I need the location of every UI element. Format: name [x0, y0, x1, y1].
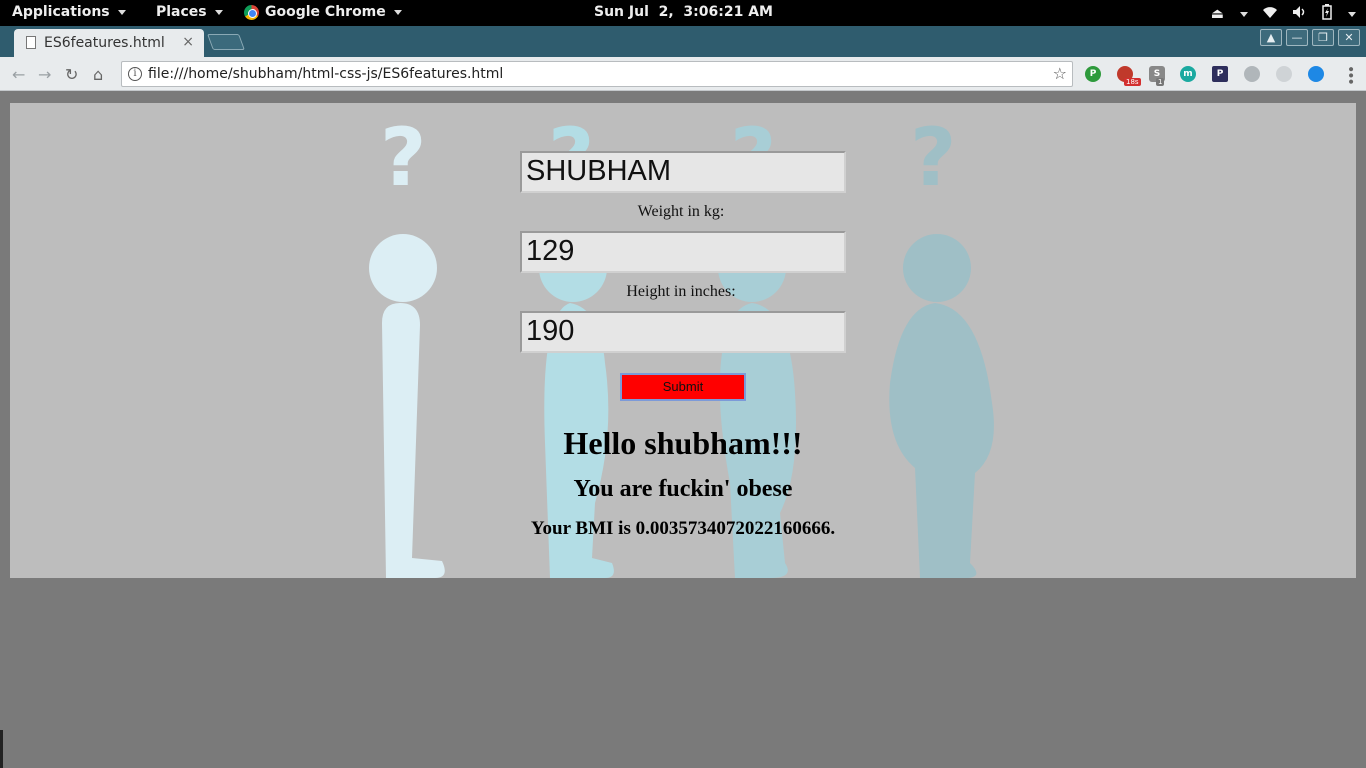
browser-toolbar: ← → ↻ ⌂ i file:///home/shubham/html-css-… [0, 57, 1366, 91]
page-viewport: ? ? ? ? SHUBHAM [0, 92, 1366, 768]
height-label: Height in inches: [626, 283, 736, 300]
bmi-page: ? ? ? ? SHUBHAM [10, 103, 1356, 578]
greeting-heading: Hello shubham!!! [563, 425, 803, 461]
minimize-button[interactable]: — [1286, 29, 1308, 46]
chrome-icon [244, 4, 259, 20]
bmi-form: SHUBHAM Weight in kg: 129 Height in inch… [10, 103, 1356, 578]
system-tray[interactable]: ⏏ [1211, 4, 1356, 24]
app-name-label: Google Chrome [265, 4, 386, 20]
home-button[interactable]: ⌂ [93, 65, 103, 84]
address-bar[interactable]: i file:///home/shubham/html-css-js/ES6fe… [121, 61, 1073, 87]
document-icon [26, 36, 36, 49]
verdict-heading: You are fuckin' obese [573, 476, 793, 502]
battery-icon[interactable] [1322, 4, 1332, 24]
person-icon: ▲ [1266, 31, 1276, 44]
wifi-icon[interactable] [1262, 5, 1278, 23]
reload-button[interactable]: ↻ [65, 65, 78, 84]
forward-button[interactable]: → [38, 65, 51, 84]
url-text[interactable]: file:///home/shubham/html-css-js/ES6feat… [148, 66, 503, 82]
blue-circle-icon[interactable] [1308, 66, 1324, 82]
home-icon: ⌂ [93, 65, 104, 84]
chevron-down-icon [117, 9, 126, 15]
pushbullet-icon[interactable]: P [1085, 66, 1101, 82]
clock-label: Sun Jul 2, 3:06:21 AM [594, 4, 773, 20]
places-label: Places [156, 4, 207, 20]
maximize-button[interactable]: ❐ [1312, 29, 1334, 46]
tab-strip: ES6features.html × ▲ — ❐ ✕ [0, 26, 1366, 57]
applications-menu[interactable]: Applications [12, 4, 126, 20]
arrow-left-icon: ← [12, 65, 26, 84]
info-icon[interactable]: i [128, 67, 142, 81]
volume-icon[interactable] [1292, 5, 1308, 23]
menu-icon[interactable]: ••• [1342, 65, 1358, 84]
diamond-icon[interactable] [1244, 66, 1260, 82]
bookmark-star-icon[interactable]: ☆ [1053, 64, 1067, 83]
tab-title: ES6features.html [44, 35, 165, 51]
app-menu[interactable]: Google Chrome [244, 4, 402, 20]
extension-badge: 1 [1156, 78, 1165, 86]
weight-label: Weight in kg: [637, 203, 725, 220]
close-icon[interactable]: × [182, 34, 194, 50]
arrow-right-icon: → [38, 65, 52, 84]
extension-badge: 18s [1124, 78, 1141, 86]
pocket-icon[interactable]: P [1212, 66, 1228, 82]
close-window-button[interactable]: ✕ [1338, 29, 1360, 46]
submit-button[interactable]: Submit [620, 373, 746, 401]
chevron-down-icon[interactable] [1348, 11, 1356, 17]
minimize-icon: — [1291, 31, 1303, 44]
bmi-result-text: Your BMI is 0.0035734072022160666. [530, 518, 836, 539]
new-tab-button[interactable] [207, 34, 245, 50]
chevron-down-icon [214, 9, 223, 15]
system-top-bar: Applications Places Google Chrome Sun Ju… [0, 0, 1366, 26]
height-input[interactable]: 190 [520, 311, 846, 353]
reload-icon: ↻ [65, 65, 79, 84]
weight-input[interactable]: 129 [520, 231, 846, 273]
applications-label: Applications [12, 4, 110, 20]
close-icon: ✕ [1344, 31, 1354, 44]
eject-icon[interactable]: ⏏ [1211, 6, 1224, 22]
chevron-down-icon [393, 9, 402, 15]
back-button[interactable]: ← [12, 65, 25, 84]
tab-es6features[interactable]: ES6features.html × [14, 29, 204, 57]
restore-icon: ❐ [1318, 31, 1328, 44]
mercury-icon[interactable]: m [1180, 66, 1196, 82]
dock-edge [0, 730, 3, 768]
chevron-down-icon[interactable] [1240, 11, 1248, 17]
name-input[interactable]: SHUBHAM [520, 151, 846, 193]
places-menu[interactable]: Places [156, 4, 223, 20]
window-controls: ▲ — ❐ ✕ [1260, 29, 1360, 46]
circle-icon[interactable] [1276, 66, 1292, 82]
profile-button[interactable]: ▲ [1260, 29, 1282, 46]
clock[interactable]: Sun Jul 2, 3:06:21 AM [594, 4, 773, 20]
